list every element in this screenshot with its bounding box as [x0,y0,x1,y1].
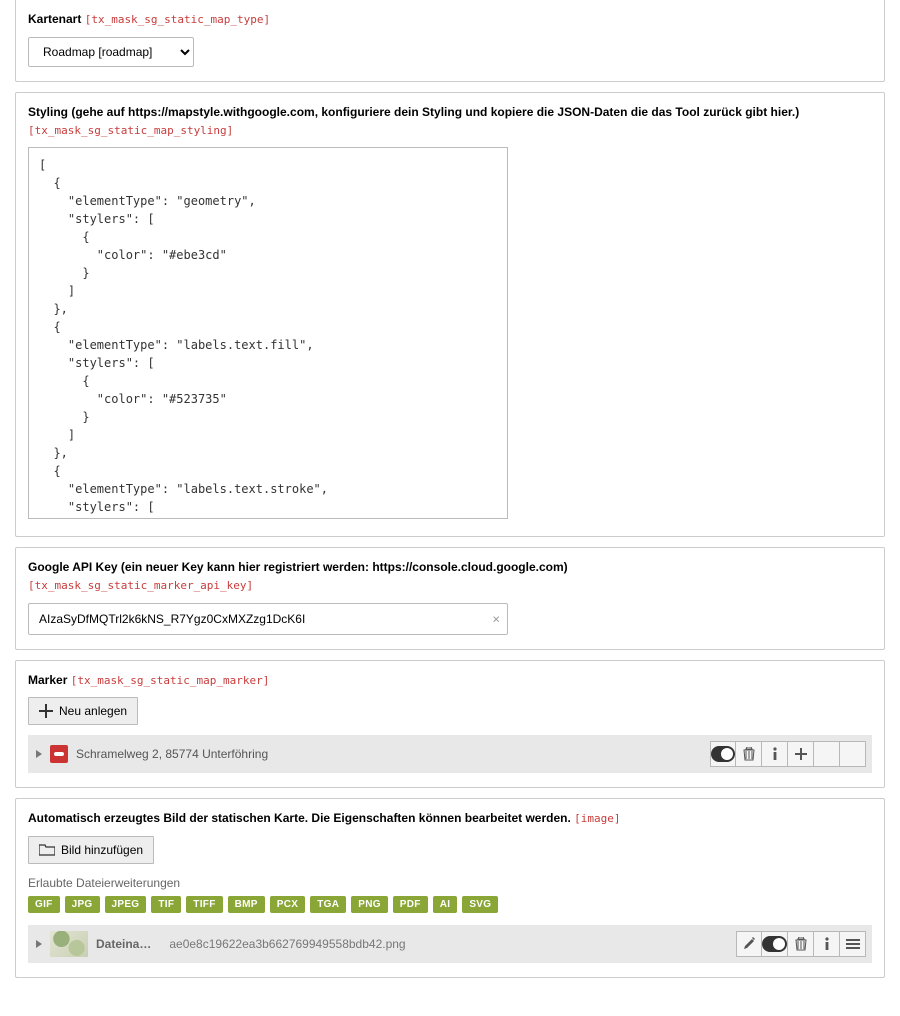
drag-handle[interactable] [840,931,866,957]
ext-pill: BMP [228,896,265,913]
panel-styling: Styling (gehe auf https://mapstyle.withg… [15,92,885,538]
allowed-ext-label: Erlaubte Dateierweiterungen [28,876,872,890]
label-map-type: Kartenart [tx_mask_sg_static_map_type] [28,10,872,29]
panel-image: Automatisch erzeugtes Bild der statische… [15,798,885,978]
toggle-visibility-button[interactable] [762,931,788,957]
allowed-ext-list: GIF JPG JPEGTIF TIFF BMP PCX TGA PNG PDF AISVG [28,896,872,913]
toggle-visibility-button[interactable] [710,741,736,767]
map-type-select[interactable]: Roadmap [roadmap] [28,37,194,67]
move-up-button [814,741,840,767]
marker-record-row: Schramelweg 2, 85774 Unterföhring [28,735,872,773]
expand-icon[interactable] [36,750,42,758]
ext-pill: AI [433,896,458,913]
info-icon [772,747,778,761]
add-image-button[interactable]: Bild hinzufügen [28,836,154,864]
trash-icon [743,747,755,761]
toggle-icon [762,936,787,952]
ext-pill: PNG [351,896,388,913]
ext-pill: PDF [393,896,428,913]
file-name: ae0e8c19622ea3b662769949558bdb42.png [169,937,405,951]
marker-record-title: Schramelweg 2, 85774 Unterföhring [76,747,268,761]
field-tag: [tx_mask_sg_static_map_marker] [71,674,270,687]
move-down-button [840,741,866,767]
record-type-icon [50,745,68,763]
field-tag: [tx_mask_sg_static_map_type] [85,13,270,26]
marker-actions [710,735,872,773]
label-styling: Styling (gehe auf https://mapstyle.withg… [28,103,872,140]
styling-textarea[interactable] [28,147,508,519]
new-marker-button[interactable]: Neu anlegen [28,697,138,725]
delete-button[interactable] [788,931,814,957]
trash-icon [795,937,807,951]
field-tag: [tx_mask_sg_static_map_styling] [28,124,233,137]
panel-map-type: Kartenart [tx_mask_sg_static_map_type] R… [15,0,885,82]
panel-api-key: Google API Key (ein neuer Key kann hier … [15,547,885,650]
api-key-input[interactable] [28,603,508,635]
ext-pill: TIF [151,896,181,913]
file-actions [736,925,872,963]
add-button[interactable] [788,741,814,767]
clear-icon[interactable]: × [492,611,500,626]
ext-pill: PCX [270,896,305,913]
delete-button[interactable] [736,741,762,767]
label-image: Automatisch erzeugtes Bild der statische… [28,809,872,828]
ext-pill: GIF [28,896,60,913]
plus-icon [795,748,807,760]
ext-pill: SVG [462,896,498,913]
info-button[interactable] [814,931,840,957]
toggle-icon [711,746,735,762]
plus-icon [39,704,53,718]
file-record-row: Dateina… ae0e8c19622ea3b662769949558bdb4… [28,925,872,963]
info-button[interactable] [762,741,788,767]
ext-pill: TGA [310,896,346,913]
label-api-key: Google API Key (ein neuer Key kann hier … [28,558,872,595]
field-tag: [tx_mask_sg_static_marker_api_key] [28,579,253,592]
expand-icon[interactable] [36,940,42,948]
ext-pill: JPG [65,896,100,913]
edit-button[interactable] [736,931,762,957]
folder-icon [39,844,55,856]
file-label: Dateina… [96,937,151,951]
ext-pill: JPEG [105,896,147,913]
label-marker: Marker [tx_mask_sg_static_map_marker] [28,671,872,690]
drag-icon [846,939,860,949]
ext-pill: TIFF [186,896,222,913]
image-thumbnail [50,931,88,957]
field-tag: [image] [574,812,620,825]
panel-marker: Marker [tx_mask_sg_static_map_marker] Ne… [15,660,885,789]
pencil-icon [743,937,756,950]
info-icon [824,937,830,951]
